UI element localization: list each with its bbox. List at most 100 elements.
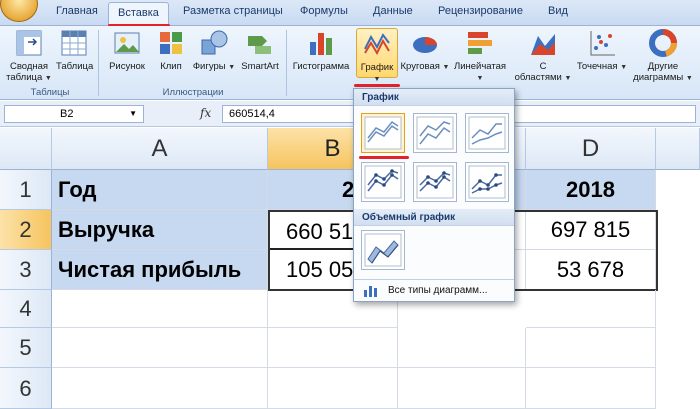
other-charts-label: Другие — [647, 61, 679, 72]
cell-d6[interactable] — [526, 368, 656, 409]
highlight-underline-graph — [354, 84, 400, 87]
tab-formulas[interactable]: Формулы — [300, 5, 348, 17]
cell-b5[interactable] — [268, 328, 398, 368]
cell-a2[interactable]: Выручка — [52, 210, 268, 250]
line-chart-option-3[interactable] — [465, 113, 509, 153]
pie-chart-icon — [410, 28, 440, 58]
chevron-down-icon: ▼ — [228, 64, 236, 71]
row-header-3[interactable]: 3 — [0, 250, 52, 290]
chevron-down-icon: ▼ — [373, 76, 381, 83]
column-chart-icon — [306, 28, 336, 58]
pie-label: Круговая — [400, 61, 440, 72]
worksheet-grid: A B C D 1 2 3 4 5 6 Год 2016 2018 Выручк… — [0, 128, 700, 409]
cell-c5[interactable] — [398, 328, 526, 368]
chevron-down-icon: ▼ — [620, 64, 628, 71]
scatter-chart-icon — [587, 28, 617, 58]
bar-chart-icon — [465, 28, 495, 58]
pivot-table-label2: таблица — [6, 72, 43, 83]
other-charts-label2: диаграммы — [633, 72, 684, 83]
chevron-down-icon: ▼ — [44, 75, 52, 82]
picture-button[interactable]: Рисунок — [104, 28, 150, 72]
donut-chart-icon — [648, 28, 678, 58]
area-label: С — [539, 61, 547, 72]
cell-a1[interactable]: Год — [52, 170, 268, 210]
bar-button[interactable]: Линейчатая ▼ — [452, 28, 508, 84]
other-charts-button[interactable]: Другие диаграммы ▼ — [632, 28, 694, 84]
group-divider — [286, 30, 287, 96]
cell-a3[interactable]: Чистая прибыль — [52, 250, 268, 290]
clip-art-icon — [156, 28, 186, 58]
cell-b6[interactable] — [268, 368, 398, 409]
scatter-button[interactable]: Точечная ▼ — [576, 28, 628, 73]
all-chart-types-label: Все типы диаграмм... — [388, 285, 488, 296]
smartart-label: SmartArt — [241, 61, 279, 72]
all-chart-types-link[interactable]: Все типы диаграмм... — [354, 279, 514, 301]
cell-a4[interactable] — [52, 290, 268, 328]
tab-home[interactable]: Главная — [56, 5, 98, 17]
chevron-down-icon: ▼ — [442, 64, 450, 71]
group-label-illustrations: Иллюстрации — [162, 87, 224, 98]
dropdown-header-3d: Объемный график — [354, 209, 514, 226]
line-chart-option-1[interactable] — [361, 113, 405, 153]
chevron-down-icon: ▼ — [685, 75, 693, 82]
column-header-d[interactable]: D — [526, 128, 656, 170]
graph-label: График — [360, 62, 394, 73]
group-label-tables: Таблицы — [30, 87, 70, 98]
pivot-table-label: Сводная — [9, 61, 49, 72]
graph-button[interactable]: График ▼ — [356, 28, 398, 83]
shapes-button[interactable]: Фигуры ▼ — [192, 28, 236, 73]
smartart-icon — [245, 28, 275, 58]
ribbon: Сводная таблица ▼ Таблица Таблицы Рисуно… — [0, 26, 700, 100]
chart-types-icon — [363, 284, 379, 300]
cell-d5[interactable] — [526, 328, 656, 368]
clip-button[interactable]: Клип — [156, 28, 186, 72]
scatter-label: Точечная — [576, 61, 618, 72]
tab-review[interactable]: Рецензирование — [438, 5, 523, 17]
shapes-icon — [199, 28, 229, 58]
cell-d2[interactable]: 697 815 — [526, 210, 656, 250]
name-box-value: B2 — [60, 108, 74, 120]
select-all-corner[interactable] — [0, 128, 52, 170]
table-label: Таблица — [56, 61, 94, 72]
tab-data[interactable]: Данные — [373, 5, 413, 17]
row-header-4[interactable]: 4 — [0, 290, 52, 328]
pie-button[interactable]: Круговая ▼ — [400, 28, 450, 73]
table-button[interactable]: Таблица — [56, 28, 94, 72]
group-divider — [98, 30, 99, 96]
column-header-e[interactable] — [656, 128, 700, 170]
cell-d4[interactable] — [526, 290, 656, 328]
line-markers-option-2[interactable] — [413, 162, 457, 202]
tab-page-layout[interactable]: Разметка страницы — [183, 5, 283, 17]
chevron-down-icon[interactable]: ▼ — [129, 109, 137, 118]
line-markers-option-3[interactable] — [465, 162, 509, 202]
row-header-1[interactable]: 1 — [0, 170, 52, 210]
pivot-table-button[interactable]: Сводная таблица ▼ — [6, 28, 52, 84]
cell-a6[interactable] — [52, 368, 268, 409]
line-3d-option[interactable] — [361, 230, 405, 270]
cell-d3[interactable]: 53 678 — [526, 250, 656, 290]
picture-label: Рисунок — [109, 61, 145, 72]
cell-c6[interactable] — [398, 368, 526, 409]
line-chart-icon — [362, 29, 392, 59]
area-button[interactable]: С областями ▼ — [514, 28, 572, 84]
cell-a5[interactable] — [52, 328, 268, 368]
chevron-down-icon: ▼ — [476, 75, 484, 82]
formula-bar: B2 ▼ fx 660514,4 — [0, 101, 700, 127]
line-markers-option-1[interactable] — [361, 162, 405, 202]
function-icon[interactable]: fx — [200, 106, 211, 120]
row-header-2[interactable]: 2 — [0, 210, 52, 250]
line-chart-option-2[interactable] — [413, 113, 457, 153]
name-box[interactable]: B2 ▼ — [4, 105, 144, 123]
table-icon — [59, 28, 89, 58]
column-header-a[interactable]: A — [52, 128, 268, 170]
clip-label: Клип — [160, 61, 182, 72]
smartart-button[interactable]: SmartArt — [238, 28, 282, 72]
row-header-6[interactable]: 6 — [0, 368, 52, 409]
office-button[interactable] — [0, 0, 38, 22]
cell-d1[interactable]: 2018 — [526, 170, 656, 210]
row-header-5[interactable]: 5 — [0, 328, 52, 368]
histogram-button[interactable]: Гистограмма — [290, 28, 352, 72]
pivot-table-icon — [14, 28, 44, 58]
area-chart-icon — [528, 28, 558, 58]
tab-view[interactable]: Вид — [548, 5, 568, 17]
